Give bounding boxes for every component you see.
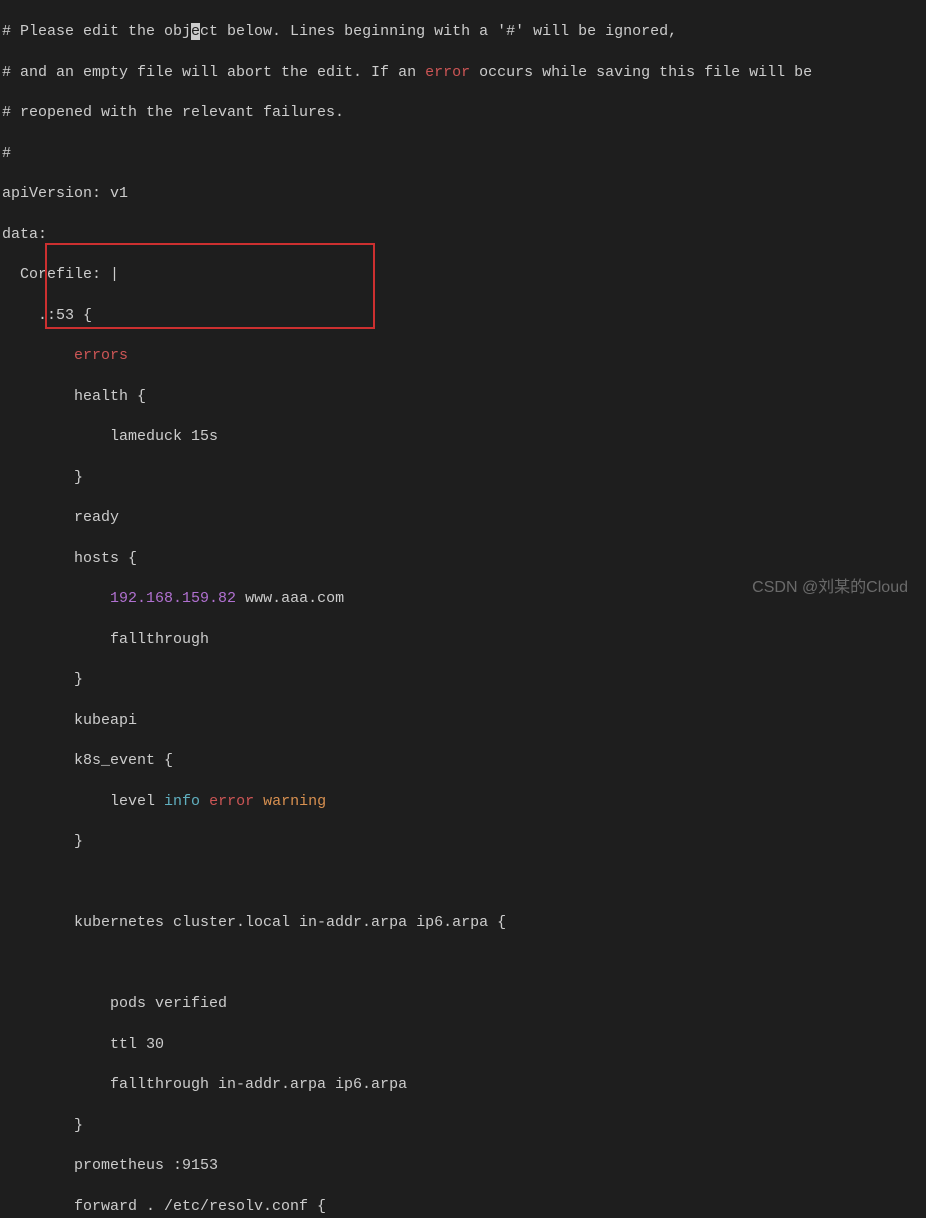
- corefile-ready: ready: [2, 508, 926, 528]
- corefile-health-close: }: [2, 468, 926, 488]
- corefile-host-entry: 192.168.159.82 www.aaa.com: [2, 589, 926, 609]
- corefile-fallthrough-arpa: fallthrough in-addr.arpa ip6.arpa: [2, 1075, 926, 1095]
- corefile-errors: errors: [2, 346, 926, 366]
- corefile-health-open: health {: [2, 387, 926, 407]
- corefile-hosts-close: }: [2, 670, 926, 690]
- corefile-k8s-event-close: }: [2, 832, 926, 852]
- corefile-kubernetes-close: }: [2, 1116, 926, 1136]
- text-editor[interactable]: # Please edit the object below. Lines be…: [0, 0, 926, 1218]
- blank-line: [2, 954, 926, 974]
- corefile-level: level info error warning: [2, 792, 926, 812]
- corefile-block-start: .:53 {: [2, 306, 926, 326]
- corefile-forward-open: forward . /etc/resolv.conf {: [2, 1197, 926, 1217]
- corefile-k8s-event-open: k8s_event {: [2, 751, 926, 771]
- cursor: e: [191, 23, 200, 40]
- corefile-prometheus: prometheus :9153: [2, 1156, 926, 1176]
- comment-line-3: # reopened with the relevant failures.: [2, 103, 926, 123]
- blank-line: [2, 873, 926, 893]
- corefile-pods-verified: pods verified: [2, 994, 926, 1014]
- comment-line-4: #: [2, 144, 926, 164]
- corefile-lameduck: lameduck 15s: [2, 427, 926, 447]
- corefile-kubeapi: kubeapi: [2, 711, 926, 731]
- corefile-fallthrough: fallthrough: [2, 630, 926, 650]
- comment-line-2: # and an empty file will abort the edit.…: [2, 63, 926, 83]
- yaml-apiversion: apiVersion: v1: [2, 184, 926, 204]
- corefile-hosts-open: hosts {: [2, 549, 926, 569]
- corefile-ttl: ttl 30: [2, 1035, 926, 1055]
- yaml-corefile: Corefile: |: [2, 265, 926, 285]
- yaml-data: data:: [2, 225, 926, 245]
- corefile-kubernetes-open: kubernetes cluster.local in-addr.arpa ip…: [2, 913, 926, 933]
- comment-line-1: # Please edit the object below. Lines be…: [2, 22, 926, 42]
